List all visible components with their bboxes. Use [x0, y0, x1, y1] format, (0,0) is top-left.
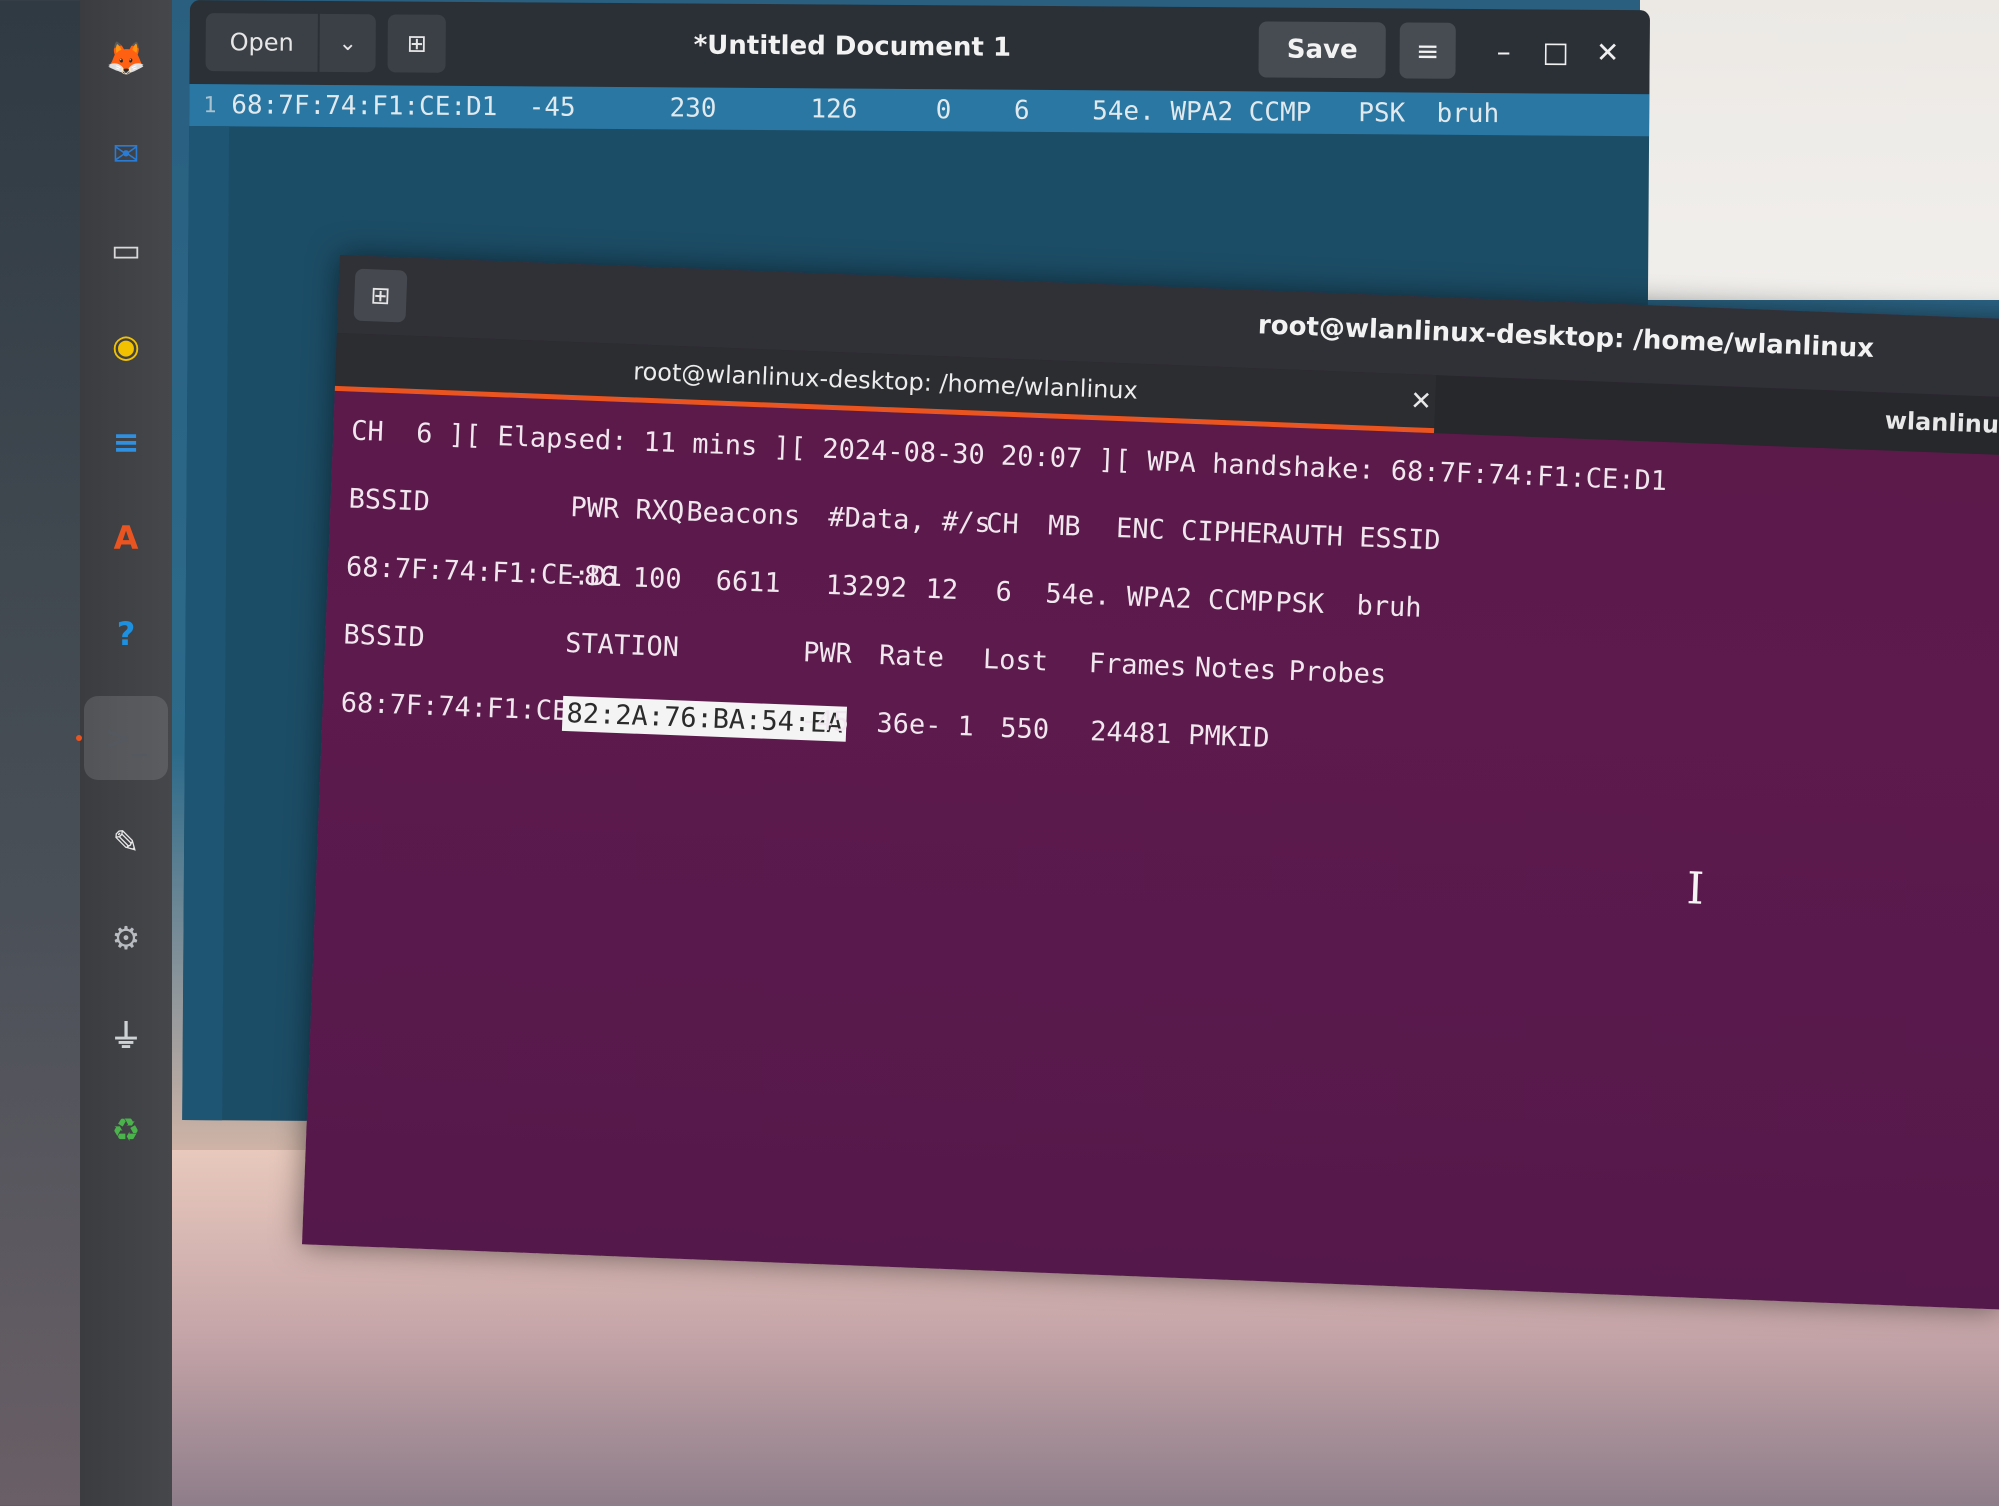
terminal-icon: >_ [104, 719, 148, 757]
line-number-gutter [182, 125, 230, 1131]
column-header: PWR RXQ [569, 492, 685, 528]
dock-item-trash[interactable]: ♻ [92, 1096, 160, 1164]
column-header: BSSID [348, 483, 431, 518]
column-header: AUTH ESSID [1277, 519, 1441, 557]
dock-item-text-editor[interactable]: ✎ [92, 808, 160, 876]
dock-item-writer[interactable]: ≡ [92, 408, 160, 476]
dock-item-rhythmbox[interactable]: ◉ [92, 312, 160, 380]
column-header: BSSID [342, 619, 426, 654]
column-header: MB [1047, 510, 1082, 543]
close-icon: ✕ [1409, 386, 1433, 418]
close-icon: ✕ [1595, 35, 1620, 69]
column-header: Notes [1194, 652, 1277, 687]
software-icon: A [113, 519, 139, 557]
column-header: ENC CIPHER [1115, 513, 1280, 551]
terminal-tab-label: root@wlanlinux-desktop: /home/wlanlinux [632, 356, 1139, 405]
line-number: 1 [203, 92, 217, 118]
lost-value: 550 [999, 712, 1050, 746]
close-tab-button[interactable]: ✕ [1410, 386, 1433, 417]
pwr-rxq-value: -86 100 [567, 559, 683, 596]
column-header: Frames [1088, 648, 1187, 683]
text-cursor-icon: I [1685, 863, 1706, 915]
pwr-value: -45 [799, 705, 850, 738]
terminal-tab-2[interactable]: wlanlinux [1884, 406, 1999, 439]
new-document-button[interactable]: ⊞ [387, 14, 447, 73]
desktop-background-light [1640, 0, 1999, 300]
new-tab-icon: ⊞ [369, 281, 392, 310]
terminal-window: ⊞ root@wlanlinux-desktop: /home/wlanlinu… [301, 255, 1999, 1310]
new-tab-button[interactable]: ⊞ [353, 268, 408, 323]
column-header: Beacons [685, 496, 801, 532]
dock-item-terminal[interactable]: >_ [76, 696, 168, 780]
writer-icon: ≡ [112, 423, 140, 461]
line-text: 68:7F:74:F1:CE:D1 -45 230 126 0 6 54e. W… [231, 90, 1500, 130]
trash-icon: ♻ [111, 1111, 141, 1149]
dock-item-help[interactable]: ? [92, 600, 160, 668]
maximize-button[interactable]: □ [1529, 25, 1581, 77]
data-rate-value: 12 [925, 573, 959, 606]
dock-item-settings[interactable]: ⚙ [92, 904, 160, 972]
terminal-window-title: root@wlanlinux-desktop: /home/wlanlinux [1257, 310, 1875, 364]
minimize-button[interactable]: – [1477, 25, 1529, 77]
dock-item-software[interactable]: A [92, 504, 160, 572]
settings-icon: ⚙ [111, 919, 141, 957]
chevron-down-icon: ⌄ [338, 30, 358, 56]
column-header: Lost [982, 643, 1049, 678]
open-dropdown-button[interactable]: ⌄ [319, 13, 377, 73]
firefox-icon: 🦊 [106, 39, 146, 77]
column-header: STATION [564, 627, 680, 664]
files-icon: ▭ [110, 231, 142, 269]
dock-item-files[interactable]: ▭ [92, 216, 160, 284]
hamburger-icon: ≡ [1415, 34, 1440, 68]
dock: 🦊 ✉ ▭ ◉ ≡ A? >_ ✎ ⚙ ⏚ ♻ [76, 0, 172, 1506]
main-menu-button[interactable]: ≡ [1399, 22, 1456, 79]
column-header: #Data, #/s [827, 501, 992, 540]
beacons-value: 6611 [715, 565, 782, 600]
auth-essid-value: PSK bruh [1274, 587, 1423, 624]
new-tab-icon: ⊞ [406, 29, 427, 58]
save-button[interactable]: Save [1258, 21, 1386, 79]
column-header: Rate [878, 639, 945, 674]
channel-value: 6 [994, 576, 1013, 609]
text-editor-icon: ✎ [112, 823, 140, 861]
frames-value: 24481 [1089, 716, 1173, 751]
column-header: CH [985, 508, 1020, 541]
open-button[interactable]: Open [205, 13, 319, 72]
document-title: *Untitled Document 1 [693, 30, 1012, 63]
dock-item-usb[interactable]: ⏚ [92, 1000, 160, 1068]
close-button[interactable]: ✕ [1581, 26, 1633, 78]
column-header: PWR [802, 637, 853, 670]
minimize-icon: – [1496, 34, 1511, 68]
column-header: Probes [1288, 655, 1387, 691]
usb-icon: ⏚ [109, 1017, 142, 1055]
text-editor-headerbar: Open ⌄ ⊞ *Untitled Document 1 Save ≡ – □… [189, 0, 1650, 95]
text-editor-content[interactable]: 1 68:7F:74:F1:CE:D1 -45 230 126 0 6 54e.… [182, 83, 1650, 1131]
rate-value: 36e- 1 [875, 707, 975, 743]
help-icon: ? [116, 615, 136, 653]
terminal-output[interactable]: CH 6 ][ Elapsed: 11 mins ][ 2024-08-30 2… [321, 391, 1999, 915]
dock-item-thunderbird[interactable]: ✉ [92, 120, 160, 188]
rhythmbox-icon: ◉ [112, 327, 140, 365]
editor-line[interactable]: 2 [189, 126, 1649, 178]
thunderbird-icon: ✉ [112, 135, 140, 173]
running-indicator [76, 735, 82, 741]
maximize-icon: □ [1542, 34, 1570, 69]
data-value: 13292 [825, 569, 908, 604]
dock-item-firefox[interactable]: 🦊 [92, 24, 160, 92]
notes-value: PMKID [1187, 719, 1270, 755]
